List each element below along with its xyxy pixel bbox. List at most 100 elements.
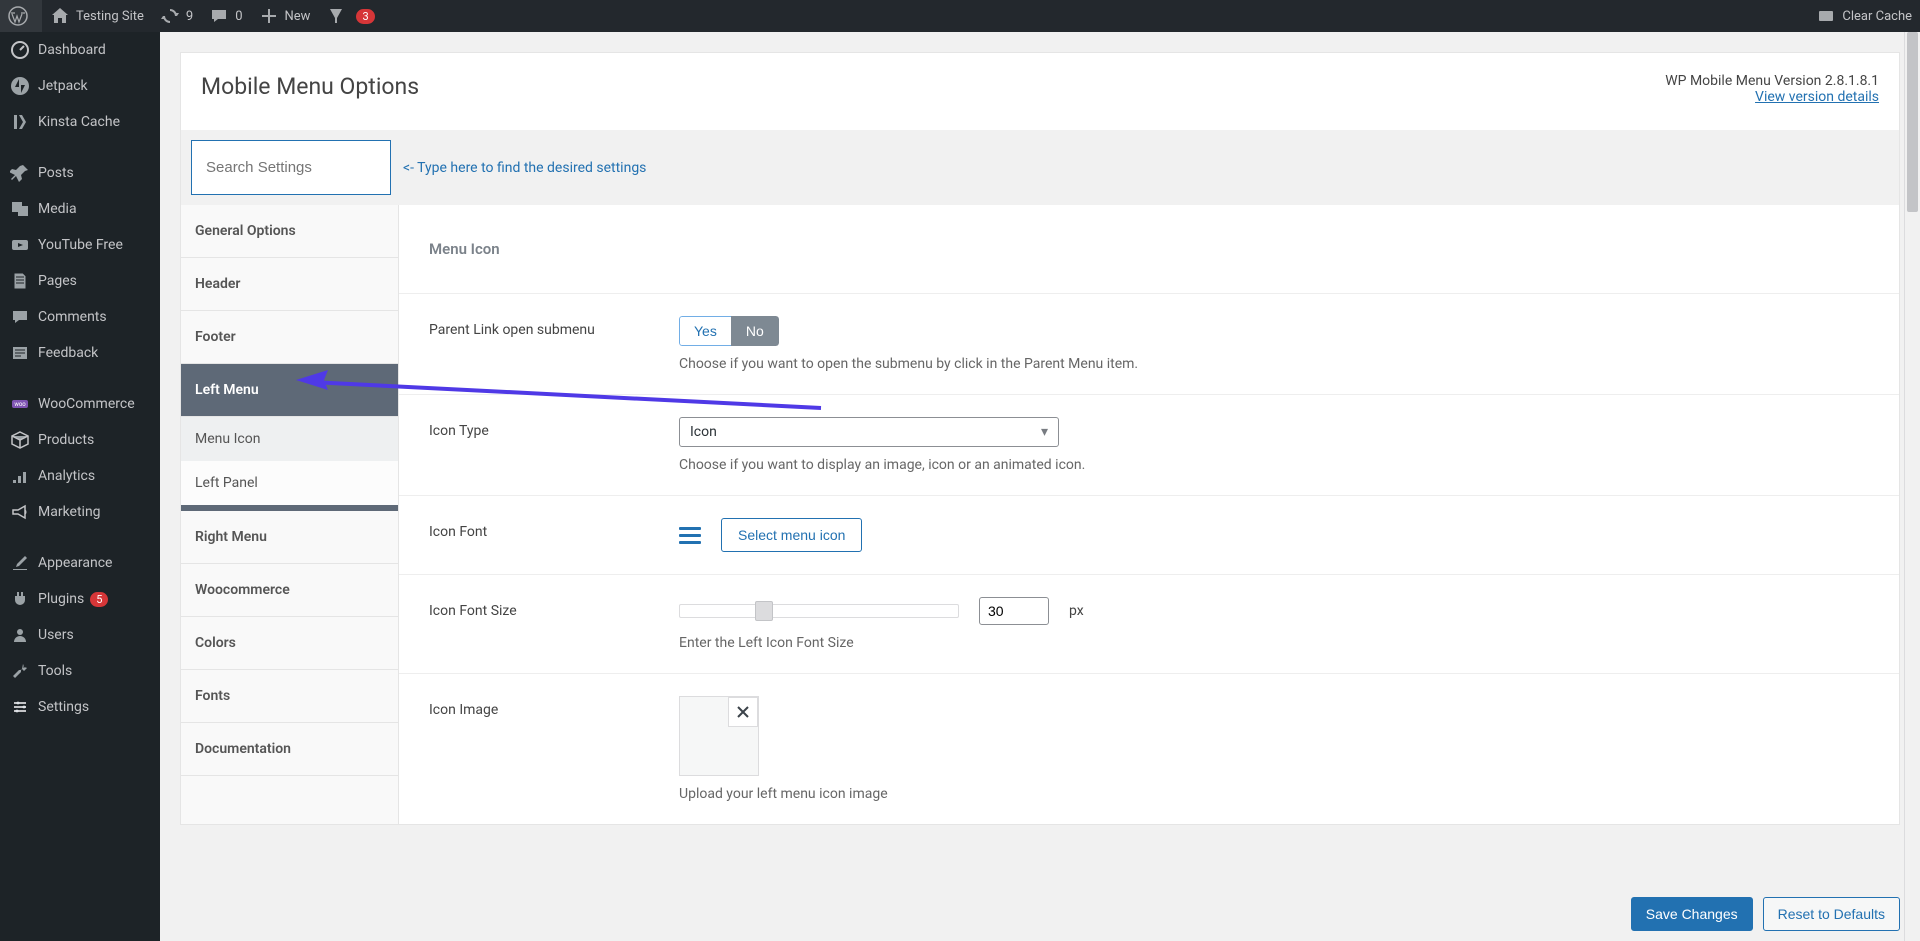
tools-icon	[10, 661, 30, 681]
sidebar-item-jetpack[interactable]: Jetpack	[0, 68, 160, 104]
close-icon	[736, 705, 750, 719]
svg-text:woo: woo	[14, 401, 26, 408]
tab-right-menu[interactable]: Right Menu	[181, 511, 398, 564]
field-icon-font: Icon Font Select menu icon	[399, 496, 1899, 575]
icon-font-size-slider[interactable]	[679, 604, 959, 618]
wp-logo[interactable]	[0, 0, 42, 32]
sidebar-item-products[interactable]: Products	[0, 422, 160, 458]
version-details-link[interactable]: View version details	[1755, 89, 1879, 105]
parent-link-toggle: Yes No	[679, 316, 779, 346]
sidebar-item-woocommerce[interactable]: wooWooCommerce	[0, 386, 160, 422]
users-icon	[10, 625, 30, 645]
sidebar-item-youtube-free[interactable]: YouTube Free	[0, 227, 160, 263]
icon-image-desc: Upload your left menu icon image	[679, 786, 1869, 802]
tab-header[interactable]: Header	[181, 258, 398, 311]
parent-link-no-button[interactable]: No	[731, 316, 779, 346]
sidebar-item-feedback[interactable]: Feedback	[0, 335, 160, 371]
comments-count: 0	[235, 9, 242, 24]
plugins-icon	[10, 589, 30, 609]
tab-menu-icon-sub[interactable]: Menu Icon	[181, 417, 398, 461]
new-content-link[interactable]: New	[251, 0, 319, 32]
scrollbar-thumb[interactable]	[1907, 32, 1918, 212]
sidebar-item-appearance[interactable]: Appearance	[0, 545, 160, 581]
remove-image-button[interactable]	[728, 697, 758, 727]
slider-thumb[interactable]	[755, 601, 773, 621]
video-icon	[10, 235, 30, 255]
marketing-icon	[10, 502, 30, 522]
woo-icon: woo	[10, 394, 30, 414]
content-area: Mobile Menu Options WP Mobile Menu Versi…	[160, 0, 1920, 825]
tab-body: Menu Icon Parent Link open submenu Yes N…	[399, 205, 1899, 824]
tab-nav: General Options Header Footer Left Menu …	[181, 205, 399, 824]
new-label: New	[285, 9, 311, 24]
sidebar-item-posts[interactable]: Posts	[0, 155, 160, 191]
admin-sidebar: Dashboard Jetpack Kinsta Cache Posts Med…	[0, 32, 160, 941]
search-hint-text: <- Type here to find the desired setting…	[403, 160, 646, 176]
parent-link-yes-button[interactable]: Yes	[679, 316, 732, 346]
tab-left-menu[interactable]: Left Menu	[181, 364, 398, 417]
yoast-link[interactable]: 3	[318, 0, 382, 32]
comments-icon	[10, 307, 30, 327]
dashboard-icon	[10, 40, 30, 60]
tab-colors[interactable]: Colors	[181, 617, 398, 670]
media-icon	[10, 199, 30, 219]
admin-bar: Testing Site 9 0 New 3 Clear Cache	[0, 0, 1920, 32]
px-unit: px	[1069, 603, 1084, 619]
icon-font-size-label: Icon Font Size	[429, 597, 679, 619]
sidebar-item-dashboard[interactable]: Dashboard	[0, 32, 160, 68]
updates-count: 9	[186, 9, 193, 24]
icon-type-select[interactable]: Icon	[679, 417, 1059, 447]
cache-icon	[1816, 6, 1836, 26]
tab-layout: General Options Header Footer Left Menu …	[181, 205, 1899, 824]
reset-defaults-button[interactable]: Reset to Defaults	[1763, 897, 1900, 931]
menu-bars-icon	[679, 527, 701, 544]
save-bar: Save Changes Reset to Defaults	[1631, 897, 1900, 931]
sidebar-item-users[interactable]: Users	[0, 617, 160, 653]
tab-woocommerce[interactable]: Woocommerce	[181, 564, 398, 617]
version-info: WP Mobile Menu Version 2.8.1.8.1 View ve…	[1665, 73, 1879, 105]
settings-icon	[10, 697, 30, 717]
icon-type-label: Icon Type	[429, 417, 679, 439]
clear-cache-link[interactable]: Clear Cache	[1808, 0, 1920, 32]
feedback-icon	[10, 343, 30, 363]
icon-image-upload[interactable]	[679, 696, 759, 776]
comment-icon	[209, 6, 229, 26]
analytics-icon	[10, 466, 30, 486]
section-title: Menu Icon	[399, 205, 1899, 294]
sidebar-item-analytics[interactable]: Analytics	[0, 458, 160, 494]
icon-font-size-input[interactable]	[979, 597, 1049, 625]
sidebar-item-kinsta-cache[interactable]: Kinsta Cache	[0, 104, 160, 140]
sidebar-item-settings[interactable]: Settings	[0, 689, 160, 725]
updates-link[interactable]: 9	[152, 0, 201, 32]
icon-font-size-desc: Enter the Left Icon Font Size	[679, 635, 1869, 651]
sidebar-item-tools[interactable]: Tools	[0, 653, 160, 689]
field-icon-font-size: Icon Font Size px Enter the Left Icon Fo…	[399, 575, 1899, 674]
site-name-link[interactable]: Testing Site	[42, 0, 152, 32]
tab-left-panel-sub[interactable]: Left Panel	[181, 461, 398, 505]
sidebar-item-plugins[interactable]: Plugins5	[0, 581, 160, 617]
panel-header: Mobile Menu Options WP Mobile Menu Versi…	[181, 53, 1899, 130]
sidebar-item-marketing[interactable]: Marketing	[0, 494, 160, 530]
icon-type-desc: Choose if you want to display an image, …	[679, 457, 1869, 473]
settings-panel: Mobile Menu Options WP Mobile Menu Versi…	[180, 52, 1900, 825]
pages-icon	[10, 271, 30, 291]
tab-footer[interactable]: Footer	[181, 311, 398, 364]
tab-documentation[interactable]: Documentation	[181, 723, 398, 776]
page-scrollbar[interactable]	[1904, 32, 1920, 941]
comments-link[interactable]: 0	[201, 0, 250, 32]
parent-link-label: Parent Link open submenu	[429, 316, 679, 338]
tab-general-options[interactable]: General Options	[181, 205, 398, 258]
field-icon-type: Icon Type Icon Choose if you want to dis…	[399, 395, 1899, 496]
select-menu-icon-button[interactable]: Select menu icon	[721, 518, 862, 552]
tab-fonts[interactable]: Fonts	[181, 670, 398, 723]
icon-font-label: Icon Font	[429, 518, 679, 540]
sidebar-item-pages[interactable]: Pages	[0, 263, 160, 299]
search-settings-input[interactable]	[191, 140, 391, 195]
sidebar-item-comments[interactable]: Comments	[0, 299, 160, 335]
updates-icon	[160, 6, 180, 26]
field-icon-image: Icon Image Upload your left menu icon im…	[399, 674, 1899, 824]
save-changes-button[interactable]: Save Changes	[1631, 897, 1753, 931]
sidebar-item-media[interactable]: Media	[0, 191, 160, 227]
clear-cache-label: Clear Cache	[1842, 9, 1912, 24]
icon-image-label: Icon Image	[429, 696, 679, 718]
